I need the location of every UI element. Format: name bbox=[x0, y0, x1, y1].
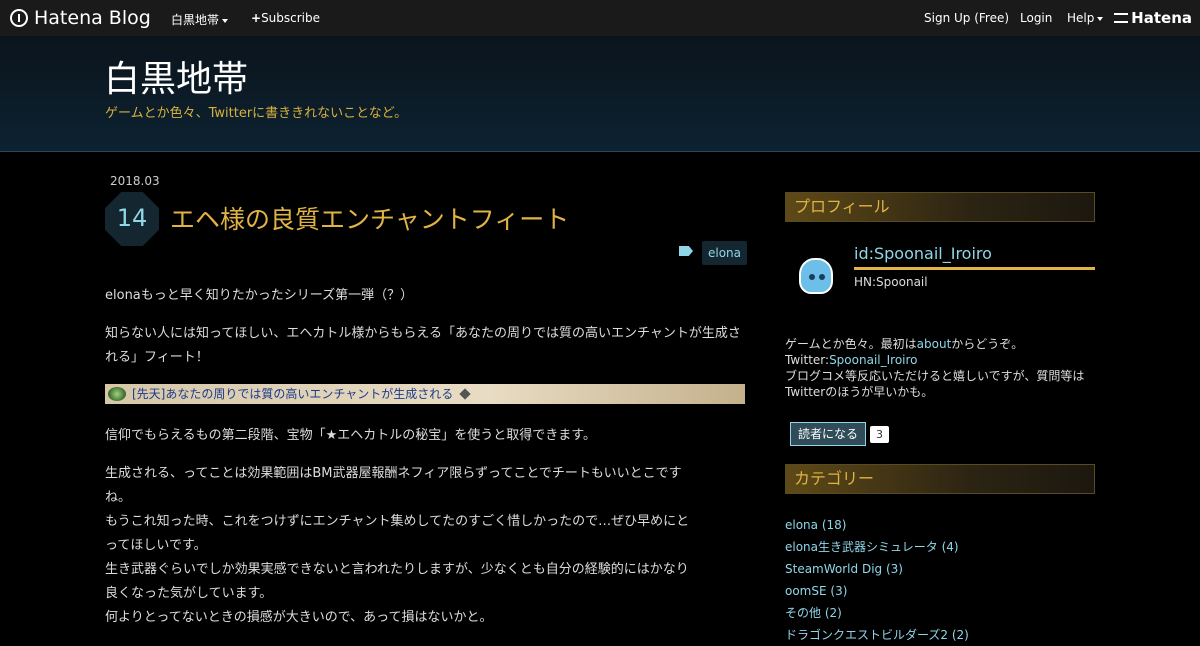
subscribe-button[interactable]: 読者になる bbox=[790, 422, 867, 446]
twitter-link[interactable]: Spoonail_Iroiro bbox=[829, 353, 917, 367]
blog-description: ゲームとか色々、Twitterに書ききれないことなど。 bbox=[105, 106, 408, 121]
entry-date-day[interactable]: 14 bbox=[105, 192, 159, 246]
diamond-icon bbox=[459, 388, 471, 400]
category-link[interactable]: その他 (2) bbox=[785, 602, 1095, 624]
paragraph: elonaもっと早く知りたかったシリーズ第一弾（？） bbox=[105, 288, 414, 303]
chevron-down-icon bbox=[1097, 16, 1104, 21]
category-link[interactable]: oomSE (3) bbox=[785, 580, 1095, 602]
entry-date-year-month[interactable]: 2018.03 bbox=[110, 174, 160, 188]
paragraph: 生成される、ってことは効果範囲はBM武器屋報酬ネフィア限らずってことでチートもい… bbox=[105, 466, 690, 625]
paragraph: 知らない人には知ってほしい、エヘカトル様からもらえる「あなたの周りでは質の高いエ… bbox=[105, 326, 741, 365]
category-list: elona (18) elona生き武器シミュレータ (4) SteamWorl… bbox=[785, 514, 1095, 646]
paragraph: 信仰でもらえるもの第二段階、宝物「★エヘカトルの秘宝」を使うと取得できます。 bbox=[105, 428, 596, 443]
subscribe-link[interactable]: +Subscribe bbox=[251, 11, 320, 25]
main-area: 2018.03 14 エヘ様の良質エンチャントフィート elona elonaも… bbox=[0, 152, 1200, 642]
hatena-blog-logo[interactable]: Hatena Blog bbox=[10, 7, 151, 29]
category-link[interactable]: SteamWorld Dig (3) bbox=[785, 558, 1095, 580]
enchant-screenshot: [先天]あなたの周りでは質の高いエンチャントが生成される bbox=[105, 384, 745, 404]
profile-module-title: プロフィール bbox=[785, 192, 1095, 222]
category-module-title: カテゴリー bbox=[785, 464, 1095, 494]
blog-header: 白黒地帯 ゲームとか色々、Twitterに書ききれないことなど。 bbox=[0, 36, 1200, 152]
blog-title[interactable]: 白黒地帯 bbox=[104, 50, 248, 102]
category-link[interactable]: elona生き武器シミュレータ (4) bbox=[785, 536, 1095, 558]
enchant-text: [先天]あなたの周りでは質の高いエンチャントが生成される bbox=[132, 387, 454, 401]
sidebar: プロフィール id:Spoonail_Iroiro HN:Spoonail ゲー… bbox=[785, 192, 1095, 646]
entry-content: elonaもっと早く知りたかったシリーズ第一弾（？） 知らない人には知ってほしい… bbox=[105, 284, 745, 630]
avatar[interactable] bbox=[795, 244, 839, 296]
hatena-wave-icon bbox=[1114, 13, 1129, 23]
profile-handle: HN:Spoonail bbox=[854, 275, 928, 289]
help-menu[interactable]: Help bbox=[1067, 11, 1104, 25]
global-header: Hatena Blog 白黒地帯 +Subscribe Sign Up (Fre… bbox=[0, 0, 1200, 36]
category-module: カテゴリー elona (18) elona生き武器シミュレータ (4) Ste… bbox=[785, 464, 1095, 646]
chevron-down-icon bbox=[222, 18, 229, 23]
login-link[interactable]: Login bbox=[1020, 11, 1052, 25]
category-link[interactable]: ドラゴンクエストビルダーズ2 (2) bbox=[785, 624, 1095, 646]
blog-menu[interactable]: 白黒地帯 bbox=[171, 11, 229, 28]
subscribe-row: 読者になる 3 bbox=[785, 422, 1095, 446]
profile-id-link[interactable]: id:Spoonail_Iroiro bbox=[854, 244, 1095, 270]
hatena-logo[interactable]: Hatena bbox=[1114, 9, 1192, 27]
gem-icon bbox=[108, 387, 126, 401]
hatena-blog-icon bbox=[10, 9, 28, 27]
profile-card: id:Spoonail_Iroiro HN:Spoonail bbox=[785, 222, 1095, 340]
category-link[interactable]: elona (18) bbox=[785, 514, 1095, 536]
hatena-blog-brand: Hatena Blog bbox=[34, 7, 151, 29]
profile-bio: ゲームとか色々。最初はaboutからどうぞ。 Twitter:Spoonail_… bbox=[785, 337, 1085, 399]
entry-tag[interactable]: elona bbox=[702, 241, 748, 265]
entry-title[interactable]: エヘ様の良質エンチャントフィート bbox=[170, 200, 569, 236]
signup-link[interactable]: Sign Up (Free) bbox=[924, 11, 1009, 25]
subscriber-count: 3 bbox=[870, 425, 890, 443]
plus-icon: + bbox=[251, 11, 262, 25]
tag-icon bbox=[679, 246, 693, 256]
